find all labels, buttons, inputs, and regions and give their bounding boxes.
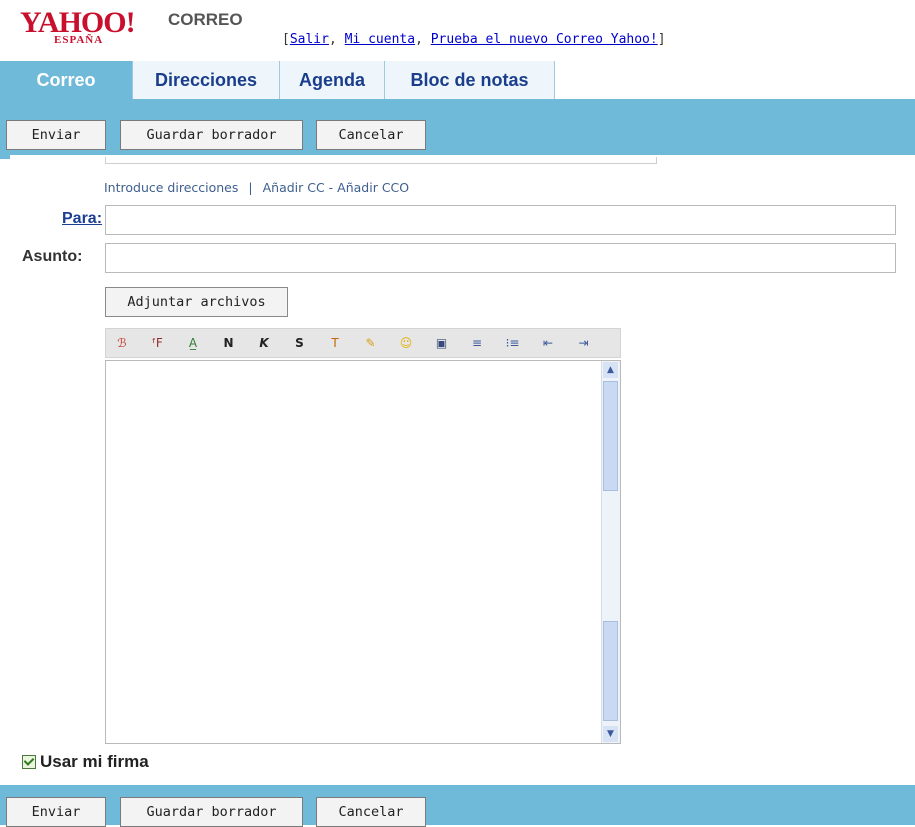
bracket-close: ] xyxy=(657,32,666,47)
send-button[interactable]: Enviar xyxy=(6,120,106,150)
bold-icon[interactable]: N xyxy=(219,333,239,353)
tab-correo[interactable]: Correo xyxy=(0,61,133,99)
address-links: Introduce direcciones | Añadir CC - Añadir… xyxy=(104,180,409,195)
address-links-separator: | xyxy=(248,180,253,195)
signature-checkbox[interactable] xyxy=(22,754,36,769)
address-panel-edge xyxy=(105,157,657,164)
try-new-mail-link[interactable]: Prueba el nuevo Correo Yahoo! xyxy=(431,32,658,47)
message-body-editor[interactable]: ▲ ▼ xyxy=(105,360,621,744)
link-separator: , xyxy=(328,32,345,47)
scroll-down-icon[interactable]: ▼ xyxy=(603,726,618,742)
add-cc-bcc-link[interactable]: Añadir CC - Añadir CCO xyxy=(263,180,410,195)
scroll-thumb[interactable] xyxy=(603,381,618,491)
tabbar-filler xyxy=(555,61,915,99)
logo-region: ESPAÑA xyxy=(54,34,104,46)
subject-label: Asunto: xyxy=(22,248,83,265)
scroll-track-segment xyxy=(603,621,618,721)
insert-image-icon[interactable]: ▣ xyxy=(432,333,452,353)
attach-files-button[interactable]: Adjuntar archivos xyxy=(105,287,288,317)
editor-scrollbar[interactable]: ▲ ▼ xyxy=(601,361,620,743)
tab-direcciones[interactable]: Direcciones xyxy=(133,61,280,99)
bottom-action-bar: Enviar Guardar borrador Cancelar xyxy=(0,785,915,827)
font-icon[interactable]: ᶠF xyxy=(148,333,168,353)
to-label[interactable]: Para: xyxy=(62,210,102,228)
yahoo-logo[interactable]: YAHOO! ESPAÑA xyxy=(20,8,160,50)
tab-agenda[interactable]: Agenda xyxy=(280,61,385,99)
save-draft-button-bottom[interactable]: Guardar borrador xyxy=(120,797,303,827)
bulleted-list-icon[interactable]: ⁝≡ xyxy=(503,333,523,353)
link-separator: , xyxy=(415,32,431,47)
top-action-bar: Enviar Guardar borrador Cancelar xyxy=(0,99,915,159)
underline-icon[interactable]: S xyxy=(290,333,310,353)
cancel-button-bottom[interactable]: Cancelar xyxy=(316,797,426,827)
signature-option[interactable]: Usar mi firma xyxy=(22,752,149,772)
save-draft-button[interactable]: Guardar borrador xyxy=(120,120,303,150)
highlight-icon[interactable]: ✎ xyxy=(361,333,381,353)
spellcheck-icon[interactable]: ℬ xyxy=(112,333,132,353)
logout-link[interactable]: Salir xyxy=(290,32,329,47)
subject-field[interactable] xyxy=(105,243,896,273)
font-size-icon[interactable]: A̲ xyxy=(183,333,203,353)
signature-label: Usar mi firma xyxy=(40,752,149,771)
cancel-button[interactable]: Cancelar xyxy=(316,120,426,150)
product-title: CORREO xyxy=(168,10,243,29)
text-color-icon[interactable]: T xyxy=(325,333,345,353)
scroll-up-icon[interactable]: ▲ xyxy=(603,362,618,378)
to-field[interactable] xyxy=(105,205,896,235)
outdent-icon[interactable]: ⇤ xyxy=(538,333,558,353)
enter-addresses-link[interactable]: Introduce direcciones xyxy=(104,180,238,195)
account-links: [Salir, Mi cuenta, Prueba el nuevo Corre… xyxy=(282,32,666,47)
italic-icon[interactable]: K xyxy=(254,333,274,353)
main-tabs: Correo Direcciones Agenda Bloc de notas xyxy=(0,61,915,99)
my-account-link[interactable]: Mi cuenta xyxy=(345,32,415,47)
tab-bloc-de-notas[interactable]: Bloc de notas xyxy=(385,61,555,99)
format-toolbar: ℬᶠF A̲ N K S T ✎ ☺ ▣ ≡ ⁝≡ ⇤ ⇥ xyxy=(105,328,621,358)
bracket-open: [ xyxy=(282,32,290,47)
send-button-bottom[interactable]: Enviar xyxy=(6,797,106,827)
align-icon[interactable]: ≡ xyxy=(467,333,487,353)
emoticon-icon[interactable]: ☺ xyxy=(396,333,416,353)
indent-icon[interactable]: ⇥ xyxy=(574,333,594,353)
